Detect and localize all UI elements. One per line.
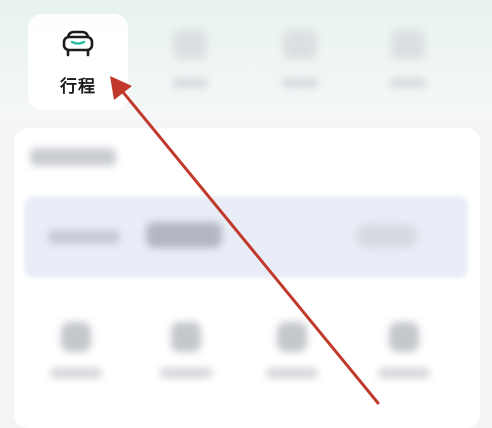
blurred-icon [173, 30, 207, 60]
blurred-label [378, 368, 430, 378]
blurred-icon [389, 322, 419, 352]
tab-blurred-3[interactable] [378, 22, 438, 98]
car-icon [60, 28, 96, 62]
blurred-label [390, 78, 426, 88]
blurred-icon [61, 322, 91, 352]
tab-trips-label: 行程 [60, 77, 96, 97]
banner-button-blurred[interactable] [356, 224, 418, 248]
shortcut-item[interactable] [150, 322, 222, 392]
blurred-label [50, 368, 102, 378]
shortcut-item[interactable] [368, 322, 440, 392]
banner-text-blurred [48, 230, 120, 244]
blurred-icon [283, 30, 317, 60]
blurred-label [172, 78, 208, 88]
tab-blurred-1[interactable] [160, 22, 220, 98]
banner-value-blurred [146, 222, 222, 248]
blurred-icon [277, 322, 307, 352]
tab-trips[interactable]: 行程 [28, 14, 128, 110]
blurred-icon [171, 322, 201, 352]
card-title-blurred [30, 148, 116, 166]
blurred-label [282, 78, 318, 88]
shortcut-item[interactable] [40, 322, 112, 392]
tab-blurred-2[interactable] [270, 22, 330, 98]
shortcut-item[interactable] [256, 322, 328, 392]
blurred-icon [391, 30, 425, 60]
blurred-label [160, 368, 212, 378]
blurred-label [266, 368, 318, 378]
